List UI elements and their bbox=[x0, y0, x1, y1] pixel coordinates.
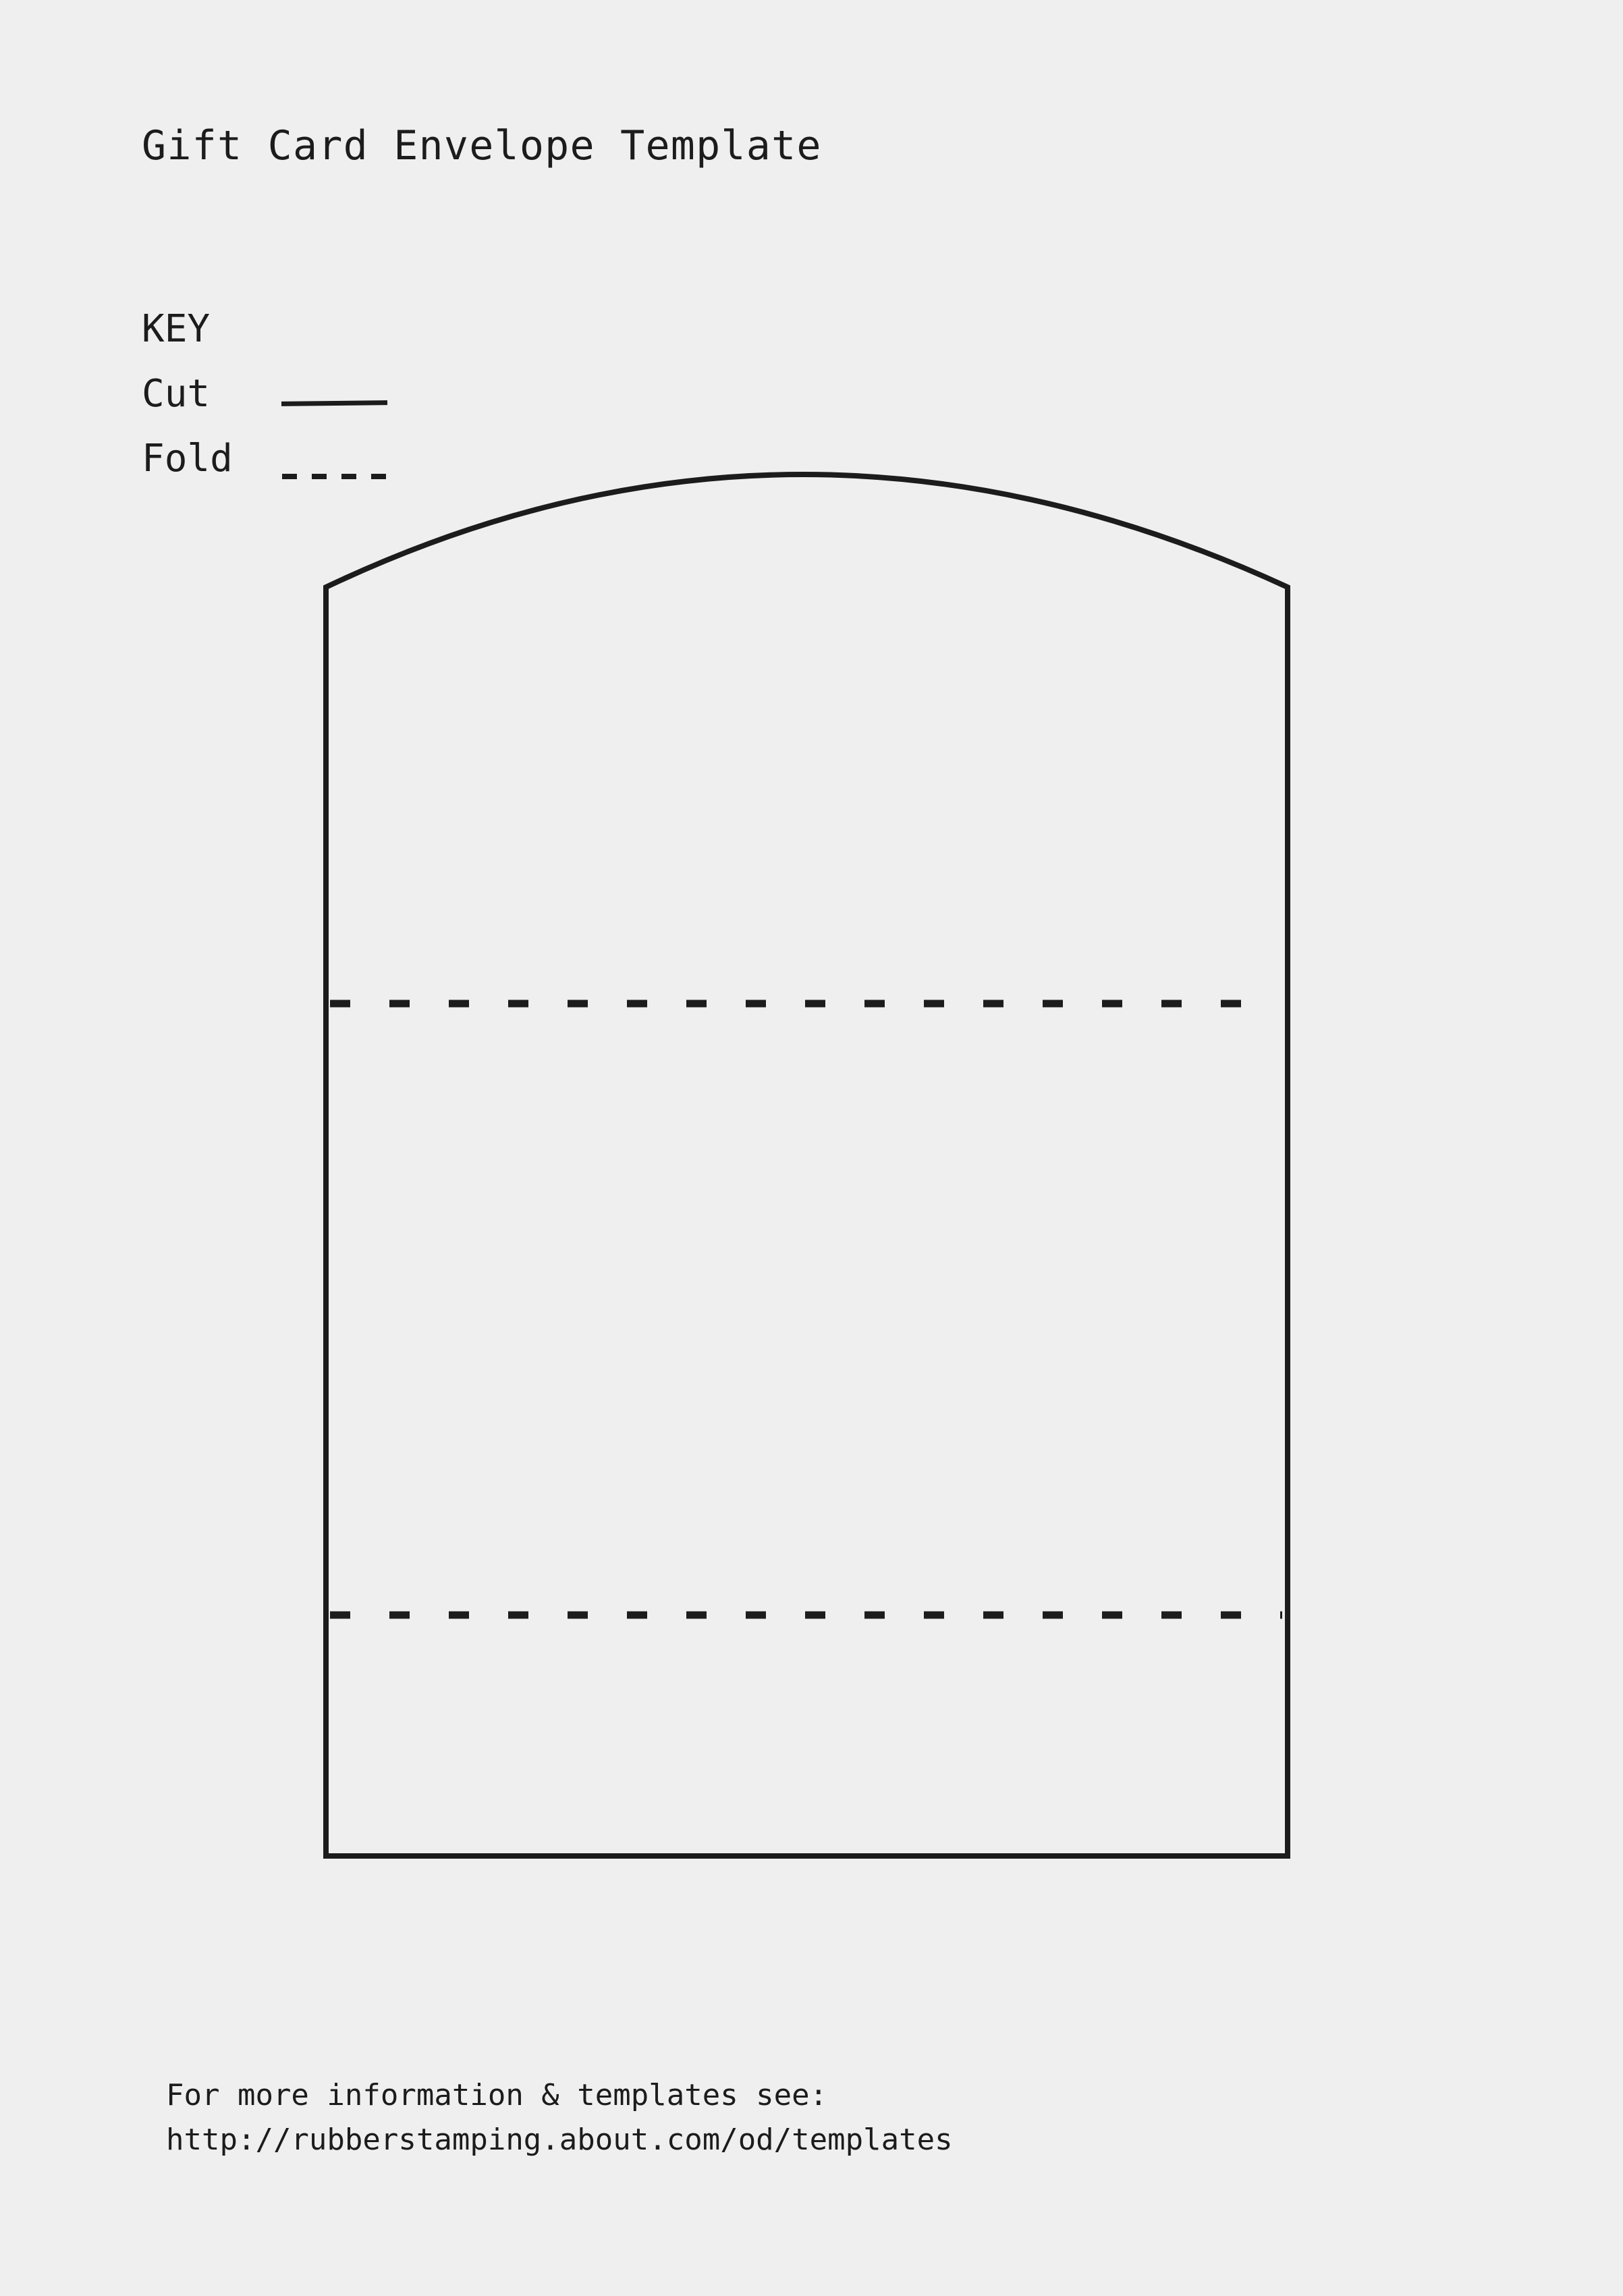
template-page: Gift Card Envelope Template KEY Cut Fold… bbox=[0, 0, 1623, 2296]
key-heading: KEY bbox=[142, 307, 211, 351]
key-label-fold: Fold bbox=[142, 437, 233, 481]
cut-line-sample-icon bbox=[281, 400, 388, 406]
footer-line-prompt: For more information & templates see: bbox=[166, 2078, 828, 2112]
key-label-cut: Cut bbox=[142, 372, 211, 416]
page-title: Gift Card Envelope Template bbox=[142, 122, 822, 169]
key-legend: KEY Cut Fold bbox=[142, 310, 614, 506]
footer-line-url: http://rubberstamping.about.com/od/templ… bbox=[166, 2123, 953, 2157]
fold-line-sample-icon bbox=[282, 474, 390, 479]
footer-credit: For more information & templates see: ht… bbox=[166, 2073, 953, 2162]
envelope-cut-outline bbox=[323, 472, 1290, 1859]
